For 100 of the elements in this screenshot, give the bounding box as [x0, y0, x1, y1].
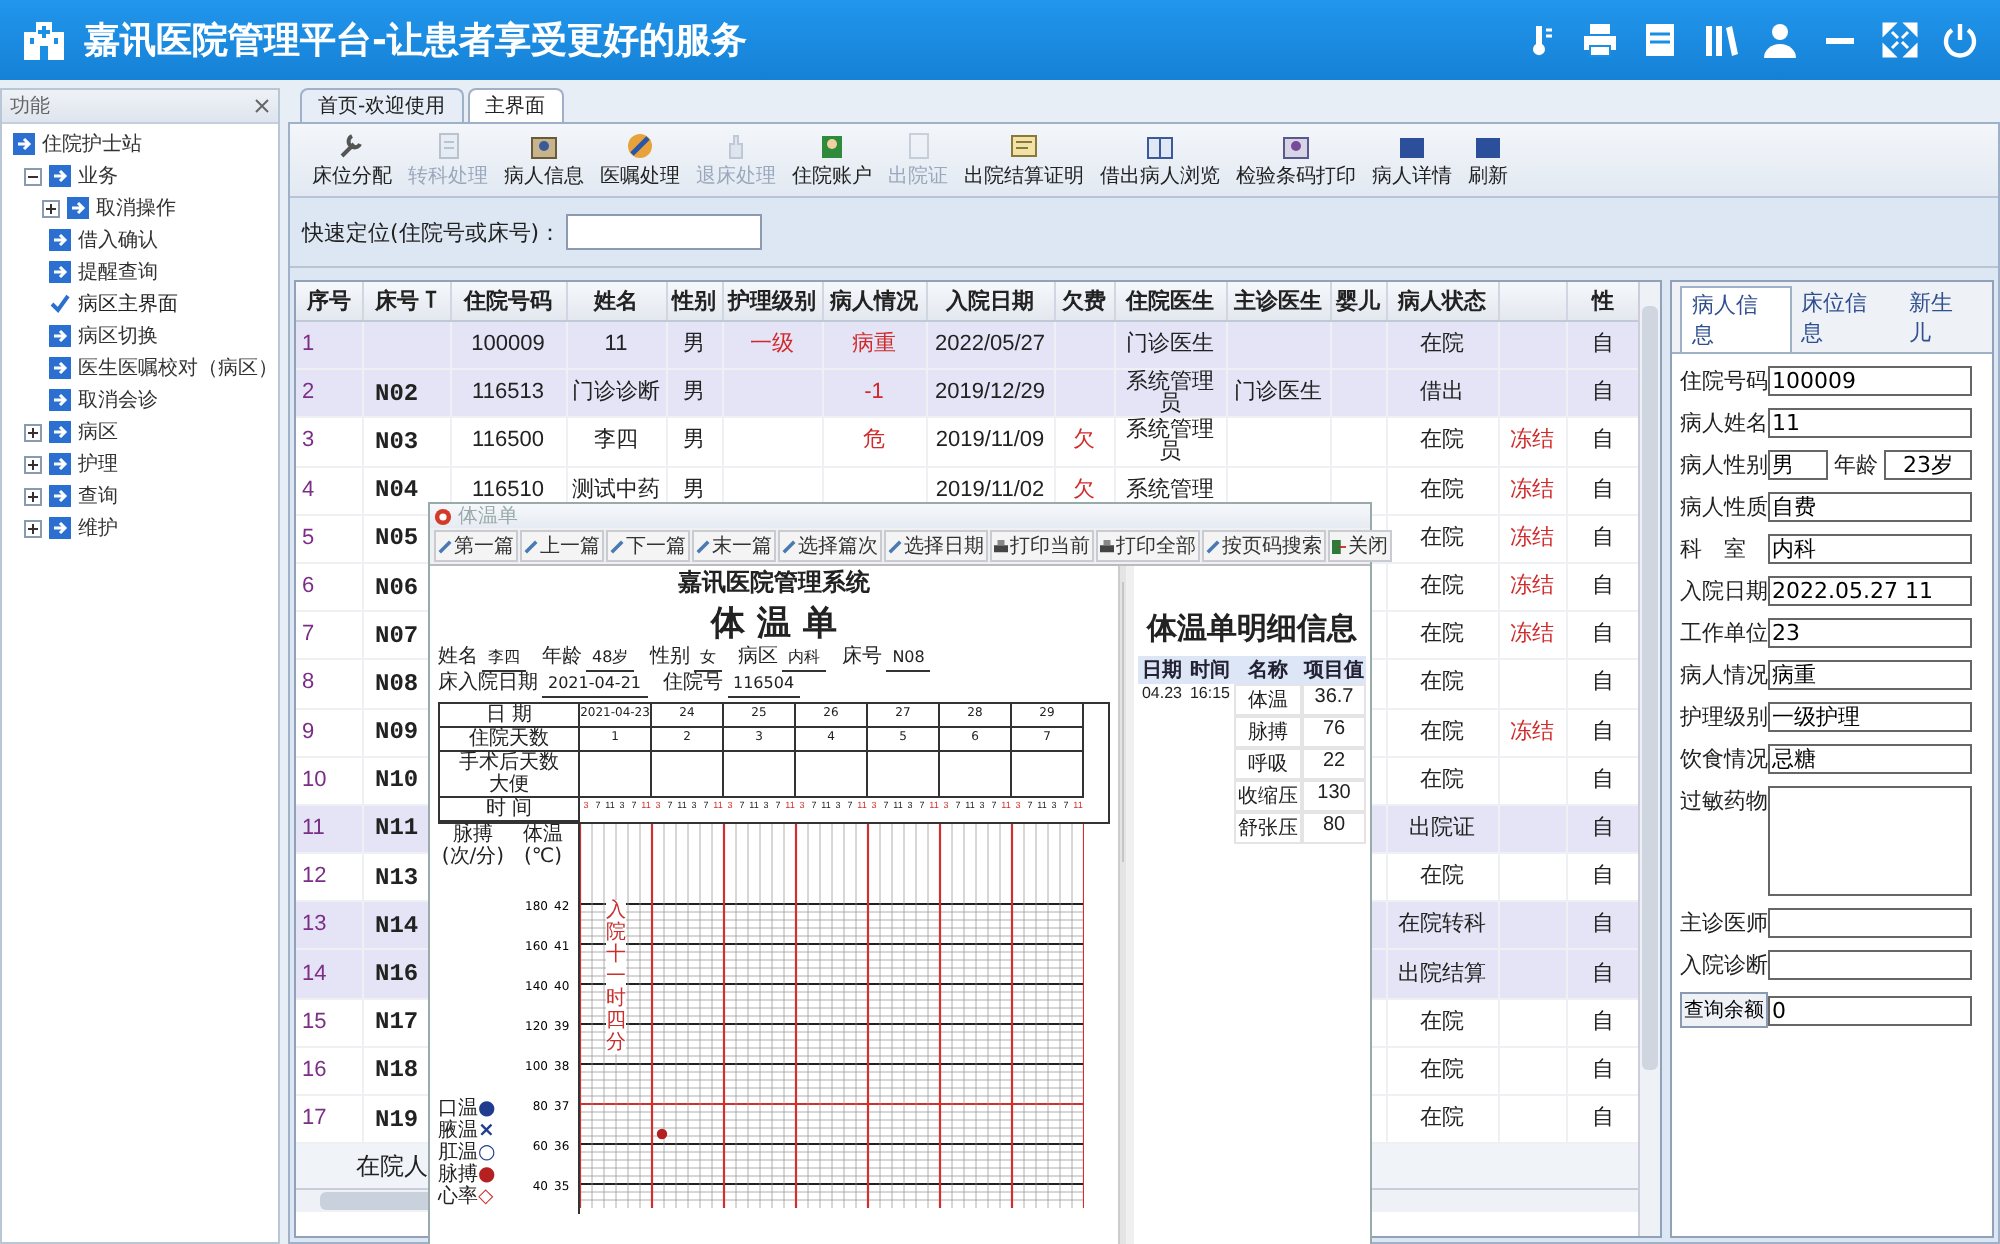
- legend-symbol: ×: [478, 1120, 495, 1142]
- toolbar-button[interactable]: 第一篇: [434, 530, 518, 562]
- tree-item[interactable]: 取消会诊: [78, 386, 158, 414]
- column-header[interactable]: 婴儿: [1330, 282, 1386, 321]
- column-header[interactable]: 性别: [666, 282, 722, 321]
- toolbar-button[interactable]: 下一篇: [606, 530, 690, 562]
- column-header[interactable]: 病人状态: [1386, 282, 1498, 321]
- expand-toggle[interactable]: [24, 455, 42, 473]
- toolbar-button[interactable]: 检验条码打印: [1230, 130, 1362, 190]
- toolbar-button[interactable]: 打印全部: [1096, 530, 1200, 562]
- toolbar-button[interactable]: 刷新: [1462, 130, 1514, 190]
- input-field[interactable]: 11: [1768, 408, 1972, 438]
- input-field[interactable]: 一级护理: [1768, 702, 1972, 732]
- toolbar-button[interactable]: 选择日期: [884, 530, 988, 562]
- tree-item[interactable]: 提醒查询: [78, 258, 158, 286]
- tab[interactable]: 病人信息: [1680, 286, 1792, 352]
- input-field[interactable]: 23岁: [1884, 450, 1972, 480]
- table-cell: 出院结算: [1398, 961, 1486, 986]
- column-header[interactable]: 护理级别: [722, 282, 822, 321]
- table-cell[interactable]: 16: [296, 1046, 362, 1095]
- table-cell[interactable]: 7: [296, 611, 362, 660]
- input-field[interactable]: 男: [1768, 450, 1828, 480]
- fullscreen-icon[interactable]: [1880, 20, 1920, 60]
- toolbar-button[interactable]: 选择篇次: [778, 530, 882, 562]
- tab[interactable]: 床位信息: [1791, 286, 1899, 352]
- tab[interactable]: 主界面: [467, 88, 564, 122]
- collapse-toggle[interactable]: [24, 167, 42, 185]
- toolbar-button[interactable]: 上一篇: [520, 530, 604, 562]
- close-icon[interactable]: [254, 98, 270, 114]
- table-cell[interactable]: 9: [296, 708, 362, 757]
- toolbar-button[interactable]: 借出病人浏览: [1094, 130, 1226, 190]
- save-icon[interactable]: [1640, 20, 1680, 60]
- tree-item[interactable]: 维护: [78, 514, 118, 542]
- table-cell[interactable]: 3: [296, 417, 362, 467]
- column-header[interactable]: 住院号码: [450, 282, 566, 321]
- tree-item[interactable]: 住院护士站: [42, 130, 142, 158]
- vertical-scrollbar[interactable]: [1118, 566, 1126, 1244]
- table-cell[interactable]: 8: [296, 659, 362, 708]
- text-area[interactable]: [1768, 786, 1972, 896]
- toolbar-button[interactable]: 病人详情: [1366, 130, 1458, 190]
- input-field[interactable]: [1768, 908, 1972, 938]
- table-cell[interactable]: 1: [296, 321, 362, 370]
- input-field[interactable]: 0: [1768, 995, 1972, 1025]
- table-cell[interactable]: 15: [296, 998, 362, 1047]
- quick-search-field[interactable]: [565, 214, 762, 250]
- toolbar-button[interactable]: 医嘱处理: [594, 130, 686, 190]
- power-icon[interactable]: [1940, 20, 1980, 60]
- toolbar-button[interactable]: 关闭: [1328, 530, 1392, 562]
- query-balance-button[interactable]: 查询余额: [1680, 992, 1768, 1028]
- column-header[interactable]: 欠费: [1054, 282, 1114, 321]
- table-cell[interactable]: 10: [296, 756, 362, 805]
- tree-item[interactable]: 医生医嘱校对（病区）: [78, 354, 278, 382]
- vertical-scrollbar[interactable]: [1638, 282, 1660, 1236]
- column-header[interactable]: 姓名: [566, 282, 666, 321]
- input-field[interactable]: 100009: [1768, 366, 1972, 396]
- expand-toggle[interactable]: [42, 199, 60, 217]
- tree-item[interactable]: 病区主界面: [78, 290, 178, 318]
- toolbar-button[interactable]: 床位分配: [306, 130, 398, 190]
- column-header[interactable]: 入院日期: [926, 282, 1054, 321]
- column-header[interactable]: 主诊医生: [1226, 282, 1330, 321]
- toolbar-button[interactable]: 按页码搜索: [1202, 530, 1326, 562]
- expand-toggle[interactable]: [24, 423, 42, 441]
- tree-item[interactable]: 病区切换: [78, 322, 158, 350]
- toolbar-button[interactable]: 出院结算证明: [958, 130, 1090, 190]
- table-cell[interactable]: 4: [296, 466, 362, 515]
- input-field[interactable]: 忌糖: [1768, 744, 1972, 774]
- toolbar-button[interactable]: 打印当前: [990, 530, 1094, 562]
- table-cell[interactable]: 2: [296, 369, 362, 418]
- tree-item[interactable]: 病区: [78, 418, 118, 446]
- printer-icon[interactable]: [1580, 20, 1620, 60]
- input-field[interactable]: 2022.05.27 11: [1768, 576, 1972, 606]
- table-cell[interactable]: 13: [296, 901, 362, 950]
- table-cell[interactable]: 5: [296, 514, 362, 563]
- input-field[interactable]: 病重: [1768, 660, 1972, 690]
- tree-item[interactable]: 借入确认: [78, 226, 158, 254]
- expand-toggle[interactable]: [24, 519, 42, 537]
- tree-item[interactable]: 护理: [78, 450, 118, 478]
- table-cell[interactable]: 6: [296, 562, 362, 612]
- tree-item[interactable]: 业务: [78, 162, 118, 190]
- input-field[interactable]: 内科: [1768, 534, 1972, 564]
- toolbar-button[interactable]: 病人信息: [498, 130, 590, 190]
- column-header[interactable]: 序号: [296, 282, 362, 321]
- column-header[interactable]: 性: [1566, 282, 1640, 321]
- expand-toggle[interactable]: [24, 487, 42, 505]
- column-header[interactable]: 病人情况: [822, 282, 926, 321]
- column-header[interactable]: 床号: [362, 282, 450, 321]
- tree-item[interactable]: 查询: [78, 482, 118, 510]
- column-header[interactable]: 住院医生: [1114, 282, 1226, 321]
- table-cell[interactable]: 14: [296, 949, 362, 999]
- tree-item[interactable]: 取消操作: [96, 194, 176, 222]
- input-field[interactable]: [1768, 950, 1972, 980]
- input-field[interactable]: 自费: [1768, 492, 1972, 522]
- toolbar-button[interactable]: 末一篇: [692, 530, 776, 562]
- user-icon[interactable]: [1760, 20, 1800, 60]
- books-icon[interactable]: [1700, 20, 1740, 60]
- tab[interactable]: 首页-欢迎使用: [300, 88, 464, 122]
- input-field[interactable]: 23: [1768, 618, 1972, 648]
- tab[interactable]: 新生儿: [1898, 286, 1985, 352]
- toolbar-button[interactable]: 住院账户: [786, 130, 878, 190]
- table-cell[interactable]: 11: [296, 804, 362, 854]
